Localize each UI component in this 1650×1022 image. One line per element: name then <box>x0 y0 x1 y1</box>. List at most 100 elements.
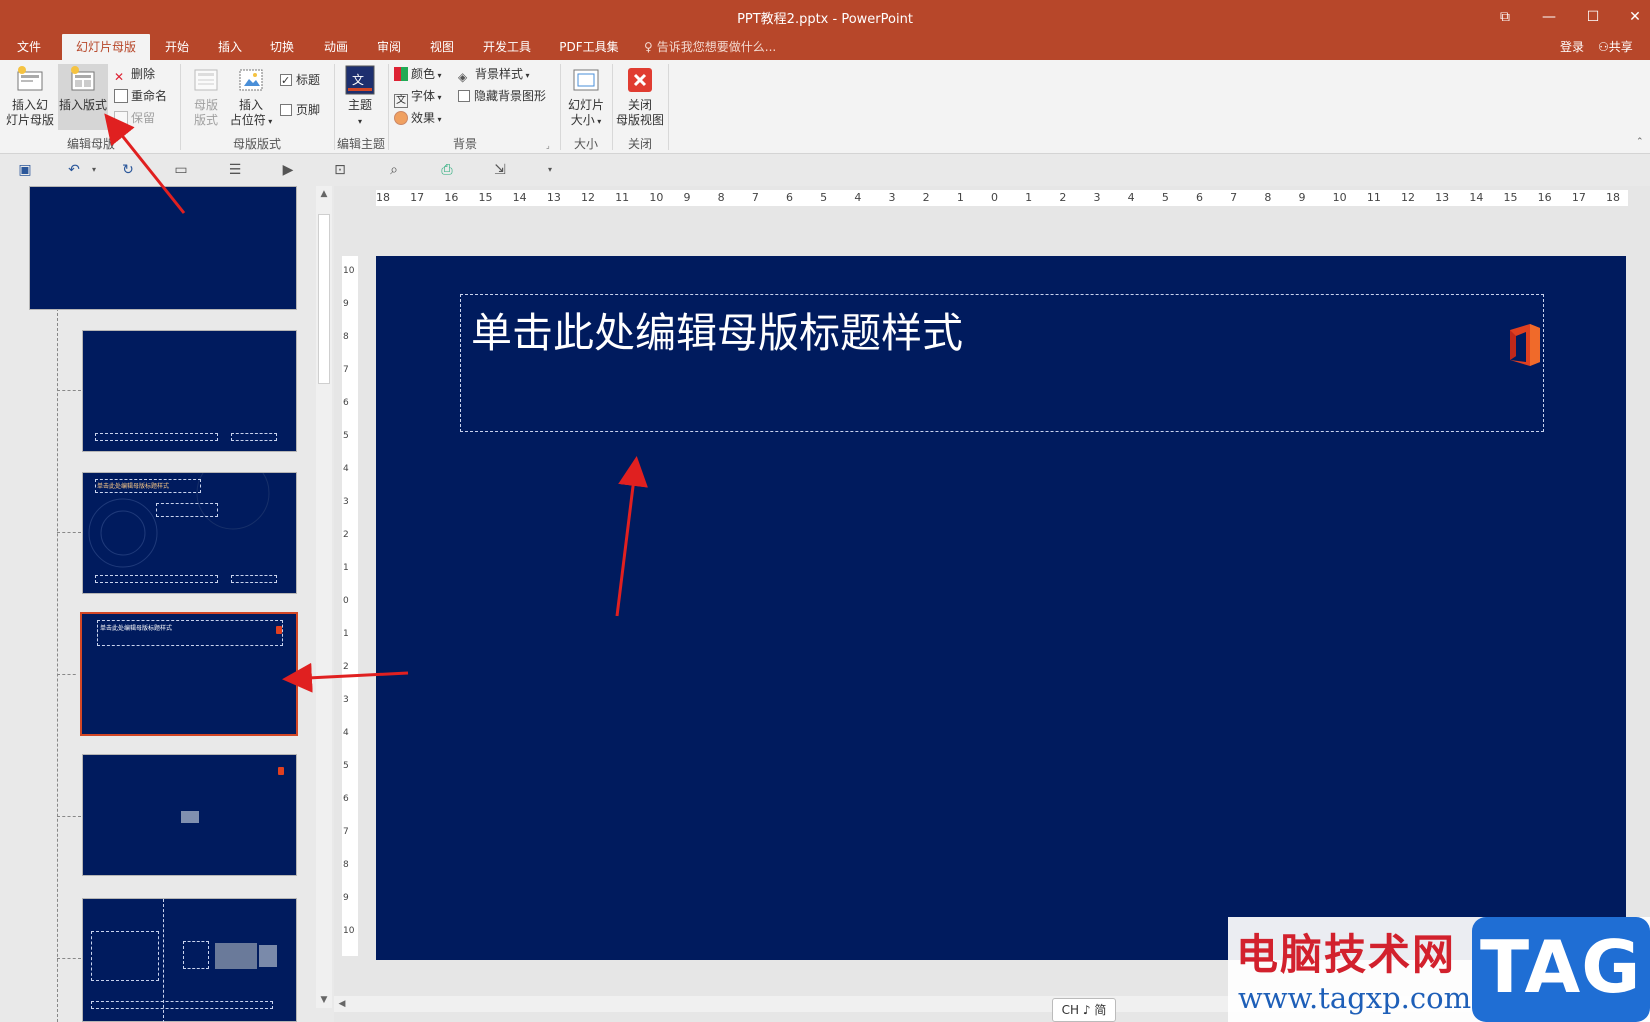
master-layout-button[interactable]: 母版 版式 <box>186 64 226 128</box>
insert-placeholder-icon <box>239 69 263 91</box>
customize-toolbar-icon[interactable]: ▾ <box>540 161 560 179</box>
ruler-tick-label: 8 <box>717 191 725 204</box>
slide-thumbnail-pane: 单击此处编辑母版标题样式 单击此处编辑母版标题样式 ▲ ▼ <box>0 186 334 1022</box>
footer-checkbox[interactable]: 页脚 <box>280 100 320 120</box>
ruler-tick-label: 7 <box>1230 191 1238 204</box>
footer-placeholder <box>95 433 218 441</box>
ribbon-tabs: 文件 幻灯片母版 开始 插入 切换 动画 审阅 视图 开发工具 PDF工具集 ♀… <box>0 34 1650 60</box>
restore-ribbon-icon[interactable]: ⧉ <box>1490 4 1520 30</box>
print-preview-icon[interactable]: ⌕ <box>384 161 404 179</box>
layout-thumbnail-2[interactable]: 单击此处编辑母版标题样式 <box>82 472 297 594</box>
tab-pdf-tools[interactable]: PDF工具集 <box>554 34 624 60</box>
tab-review[interactable]: 审阅 <box>370 34 408 60</box>
chevron-down-icon: ▾ <box>357 117 362 126</box>
tab-file[interactable]: 文件 <box>8 34 50 60</box>
scroll-up-icon[interactable]: ▲ <box>316 186 332 202</box>
group-label-close: 关闭 <box>627 137 652 151</box>
tab-slide-master[interactable]: 幻灯片母版 <box>62 34 150 60</box>
redo-icon[interactable]: ↻ <box>118 161 138 179</box>
fonts-dropdown[interactable]: 文字体 ▾ <box>394 86 442 108</box>
dialog-launcher-icon[interactable]: ⌟ <box>546 136 550 156</box>
maximize-button[interactable]: ☐ <box>1578 4 1608 30</box>
ruler-tick-label: 6 <box>343 398 349 408</box>
presenter-icon[interactable]: ⊡ <box>330 161 350 179</box>
master-layout-label-2: 版式 <box>193 113 218 127</box>
scrollbar-thumb[interactable] <box>318 214 330 384</box>
tab-home[interactable]: 开始 <box>158 34 196 60</box>
footer-placeholder <box>91 1001 273 1009</box>
thumbnail-scrollbar[interactable]: ▲ ▼ <box>316 186 332 1008</box>
effects-dropdown[interactable]: 效果 ▾ <box>394 108 442 128</box>
insert-layout-icon <box>71 66 95 91</box>
ruler-tick-label: 15 <box>478 191 493 204</box>
subtitle-placeholder <box>156 503 218 517</box>
delete-button[interactable]: ✕ 删除 <box>114 64 155 84</box>
scroll-down-icon[interactable]: ▼ <box>316 992 332 1008</box>
undo-icon[interactable]: ↶ <box>64 161 84 179</box>
hide-background-graphics-checkbox[interactable]: 隐藏背景图形 <box>458 86 546 106</box>
slide-size-icon <box>573 69 599 91</box>
tab-view[interactable]: 视图 <box>423 34 461 60</box>
layout-thumbnail-5[interactable] <box>82 898 297 1022</box>
layout-thumbnail-3-selected[interactable]: 单击此处编辑母版标题样式 <box>78 610 300 738</box>
master-layout-label-1: 母版 <box>193 98 218 112</box>
tab-animations[interactable]: 动画 <box>317 34 355 60</box>
ruler-tick-label: 5 <box>343 431 349 441</box>
vertical-ruler: 10 9 8 7 6 5 4 3 2 1 0 1 2 3 4 5 6 7 8 9 10 <box>342 256 358 956</box>
layout-thumbnail-4[interactable] <box>82 754 297 876</box>
ruler-tick-label: 7 <box>343 365 349 375</box>
tab-developer[interactable]: 开发工具 <box>478 34 536 60</box>
export-icon[interactable]: ⇲ <box>490 161 510 179</box>
login-link[interactable]: 登录 <box>1560 34 1584 60</box>
ruler-tick-label: 5 <box>1161 191 1169 204</box>
close-master-view-button[interactable]: 关闭 母版视图 <box>614 64 666 128</box>
print-icon[interactable]: ⎙ <box>437 161 457 179</box>
ruler-tick-label: 2 <box>1059 191 1067 204</box>
preserve-label: 保留 <box>131 111 156 125</box>
new-slide-icon[interactable]: ▭ <box>171 161 191 179</box>
ruler-tick-label: 18 <box>1606 191 1620 204</box>
minimize-button[interactable]: — <box>1534 4 1564 30</box>
chevron-down-icon: ▾ <box>523 71 530 80</box>
slide-master-thumbnail[interactable] <box>29 186 297 310</box>
title-placeholder <box>91 931 159 981</box>
insert-placeholder-button[interactable]: 插入 占位符 ▾ <box>228 64 274 129</box>
slide-size-button[interactable]: 幻灯片 大小 ▾ <box>564 64 608 129</box>
slide-canvas[interactable]: 单击此处编辑母版标题样式 <box>376 256 1626 960</box>
ruler-tick-label: 7 <box>343 827 349 837</box>
window-title: PPT教程2.pptx - PowerPoint <box>737 12 913 27</box>
ruler-tick-label: 9 <box>343 893 349 903</box>
insert-slide-master-button[interactable]: 插入幻 灯片母版 <box>4 64 56 128</box>
close-window-button[interactable]: ✕ <box>1620 4 1650 30</box>
save-icon[interactable]: ▣ <box>15 161 35 179</box>
collapse-ribbon-icon[interactable]: ⌃ <box>1636 132 1644 152</box>
tab-transitions[interactable]: 切换 <box>263 34 301 60</box>
share-button[interactable]: ⚇共享 <box>1598 34 1633 60</box>
watermark-site-name: 电脑技术网 <box>1236 930 1457 979</box>
rename-button[interactable]: 重命名 <box>114 86 167 106</box>
ruler-tick-label: 8 <box>343 860 349 870</box>
group-separator <box>388 64 389 150</box>
slide-master-icon <box>17 66 43 91</box>
tab-insert[interactable]: 插入 <box>211 34 249 60</box>
title-placeholder[interactable]: 单击此处编辑母版标题样式 <box>460 294 1544 432</box>
chart-placeholder-icon <box>215 943 257 969</box>
layout-thumbnail-1[interactable] <box>82 330 297 452</box>
background-styles-dropdown[interactable]: ◈ 背景样式 ▾ <box>458 64 530 84</box>
tell-me-search[interactable]: ♀ 告诉我您想要做什么... <box>644 34 776 60</box>
ime-indicator[interactable]: CH ♪ 简 <box>1052 998 1116 1022</box>
title-checkbox[interactable]: 标题 <box>280 70 320 91</box>
master-layout-icon <box>194 69 218 91</box>
themes-button[interactable]: 文 主题 ▾ <box>340 64 380 129</box>
chevron-down-icon: ▾ <box>435 115 442 124</box>
insert-layout-button[interactable]: 插入版式 <box>58 64 108 130</box>
chevron-down-icon: ▾ <box>265 117 273 126</box>
colors-dropdown[interactable]: 颜色 ▾ <box>394 64 442 84</box>
preserve-button[interactable]: 保留 <box>114 108 155 128</box>
undo-dropdown-icon[interactable]: ▾ <box>84 161 104 179</box>
slideshow-from-start-icon[interactable]: ▶ <box>278 161 298 179</box>
layout-icon[interactable]: ☰ <box>225 161 245 179</box>
slide-title-text[interactable]: 单击此处编辑母版标题样式 <box>471 299 963 359</box>
scroll-left-icon[interactable]: ◀ <box>334 996 350 1012</box>
ruler-tick-label: 13 <box>1435 191 1450 204</box>
